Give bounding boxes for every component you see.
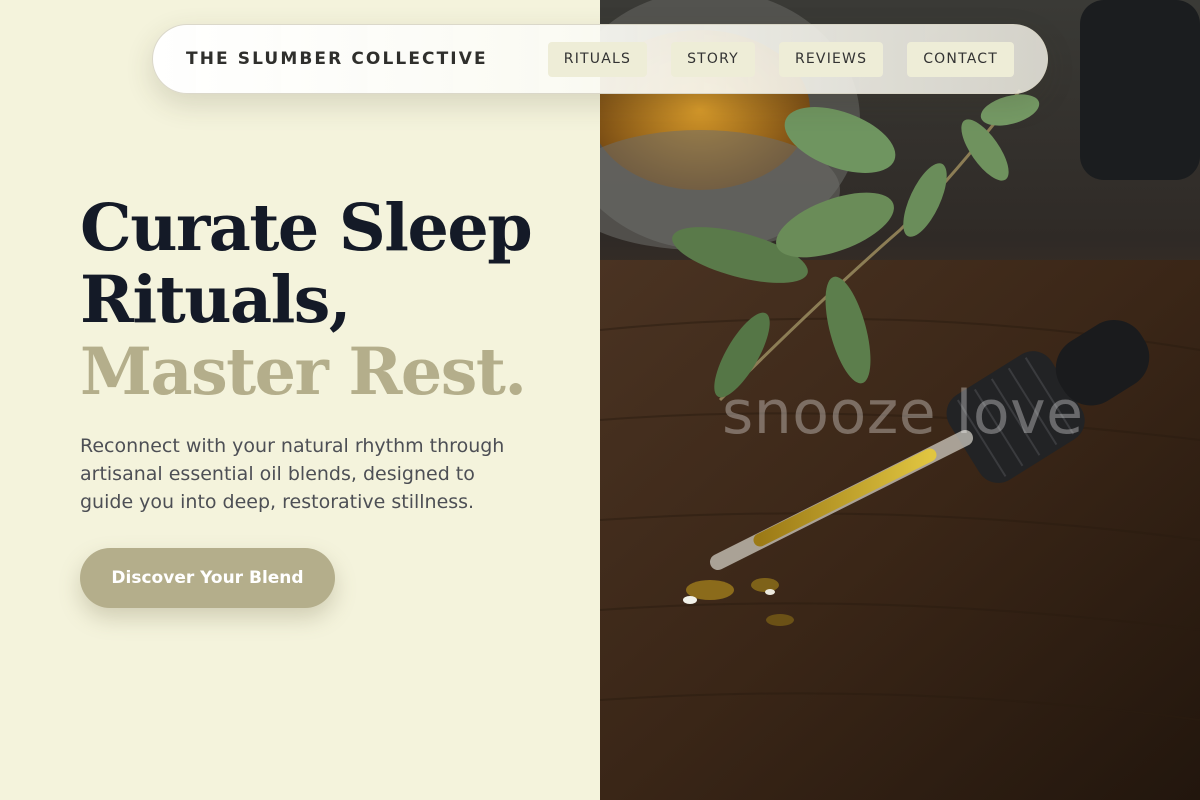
nav-link-contact[interactable]: CONTACT [907,41,1014,77]
discover-your-blend-button[interactable]: Discover Your Blend [80,548,335,608]
hero-description: Reconnect with your natural rhythm throu… [80,435,505,513]
snooze-love-watermark: snooze love [722,378,1084,448]
nav-links: RITUALS STORY REVIEWS CONTACT [547,41,1014,77]
nav-link-story[interactable]: STORY [671,41,755,77]
nav-link-rituals[interactable]: RITUALS [547,41,648,77]
hero-headline: Curate Sleep Rituals, Master Rest. [80,190,533,410]
brand-logo-text[interactable]: THE SLUMBER COLLECTIVE [186,49,488,69]
nav-link-reviews[interactable]: REVIEWS [778,41,884,77]
headline-line-2: Rituals, [80,262,352,338]
headline-line-3: Master Rest. [80,334,527,410]
headline-line-1: Curate Sleep [80,190,533,266]
top-navigation-bar: THE SLUMBER COLLECTIVE RITUALS STORY REV… [152,24,1048,94]
